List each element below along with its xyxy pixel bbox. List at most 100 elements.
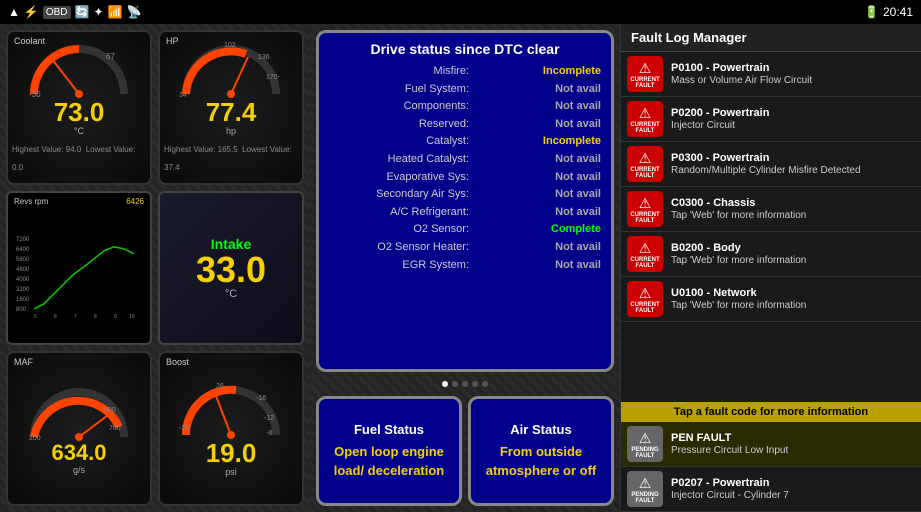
svg-text:800: 800 [16,306,27,312]
dtc-row: Catalyst: Incomplete [329,133,601,151]
svg-text:-16: -16 [256,395,266,402]
boost-unit: psi [225,467,237,477]
fault-code-3: C0300 - Chassis [671,197,915,209]
battery-icon: 🔋 [864,5,879,19]
dtc-row: Heated Catalyst: Not avail [329,151,601,169]
dtc-val: Not avail [555,186,601,204]
svg-text:-12: -12 [264,415,274,422]
maf-label: MAF [14,357,33,367]
svg-text:26: 26 [216,383,224,390]
coolant-highest: Highest Value: 94.0 [12,145,81,154]
svg-text:5: 5 [34,313,37,319]
svg-text:9: 9 [114,313,117,319]
dtc-val: Not avail [555,257,601,275]
hp-unit: hp [226,126,236,136]
dtc-row: O2 Sensor Heater: Not avail [329,239,601,257]
dtc-key: EGR System: [329,257,469,275]
svg-text:-20: -20 [179,425,189,432]
svg-text:3200: 3200 [16,286,30,292]
hp-gauge: HP 34 102 136 170- 77.4 hp Highest Value… [158,30,304,185]
fault-log-header: Fault Log Manager [621,24,921,52]
svg-text:170-: 170- [266,74,281,81]
fault-item-3[interactable]: ⚠ CURRENTFAULT C0300 - Chassis Tap 'Web'… [621,187,921,232]
p0207-fault-info: P0207 - Powertrain Injector Circuit - Cy… [671,477,915,502]
dtc-key: Fuel System: [329,81,469,99]
coolant-unit: °C [74,126,84,136]
svg-text:8: 8 [94,313,97,319]
main-content: Coolant -30 67 73.0 °C Highe [0,24,921,512]
tap-info-bar: Tap a fault code for more information [621,402,921,422]
fault-code-0: P0100 - Powertrain [671,62,915,74]
svg-text:67: 67 [106,52,115,61]
boost-label: Boost [166,357,189,367]
fuel-status-value: Open loop engine load/ deceleration [327,443,451,479]
fault-item-5[interactable]: ⚠ CURRENTFAULT U0100 - Network Tap 'Web'… [621,277,921,322]
fault-badge-0: ⚠ CURRENTFAULT [627,56,663,92]
revs-graph-svg: 7200 6400 5600 4800 4000 3200 1600 800 5… [14,206,144,342]
fuel-status-button[interactable]: Fuel Status Open loop engine load/ decel… [316,396,462,506]
fault-info-2: P0300 - Powertrain Random/Multiple Cylin… [671,152,915,177]
svg-text:5600: 5600 [16,256,30,262]
dtc-key: Catalyst: [329,133,469,151]
dtc-key: Secondary Air Sys: [329,186,469,204]
right-panel: Fault Log Manager ⚠ CURRENTFAULT P0100 -… [620,24,921,512]
dtc-key: Components: [329,98,469,116]
dtc-key: A/C Refrigerant: [329,204,469,222]
revs-value: 6426 [126,197,144,206]
pending-badge-label: PENDINGFAULT [631,447,658,459]
fuel-status-title: Fuel Status [354,422,424,437]
dtc-key: Misfire: [329,63,469,81]
intake-unit: °C [225,288,237,300]
svg-text:102: 102 [224,42,236,49]
air-status-button[interactable]: Air Status From outside atmosphere or of… [468,396,614,506]
fault-desc-3: Tap 'Web' for more information [671,209,915,222]
p0207-fault-code: P0207 - Powertrain [671,477,915,489]
fault-item-pending[interactable]: ⚠ PENDINGFAULT PEN FAULT Pressure Circui… [621,422,921,467]
dtc-key: O2 Sensor Heater: [329,239,469,257]
fault-badge-pending: ⚠ PENDINGFAULT [627,426,663,462]
air-status-value: From outside atmosphere or off [479,443,603,479]
dtc-row: Evaporative Sys: Not avail [329,169,601,187]
dtc-val: Incomplete [543,133,601,151]
dtc-row: Components: Not avail [329,98,601,116]
fault-code-1: P0200 - Powertrain [671,107,915,119]
coolant-arc-svg: -30 67 [24,39,134,99]
fault-badge-1: ⚠ CURRENTFAULT [627,101,663,137]
hp-highest: Highest Value: 165.5 [164,145,238,154]
hp-label: HP [166,36,179,46]
dtc-val: Not avail [555,81,601,99]
coolant-label: Coolant [14,36,45,46]
boost-value: 19.0 [206,440,257,466]
coolant-value: 73.0 [54,99,105,125]
svg-text:4000: 4000 [16,276,30,282]
fault-item-1[interactable]: ⚠ CURRENTFAULT P0200 - Powertrain Inject… [621,97,921,142]
usb-icon: ⚡ [24,5,39,19]
dot-2 [452,381,458,387]
fault-item-0[interactable]: ⚠ CURRENTFAULT P0100 - Powertrain Mass o… [621,52,921,97]
revs-gauge: Revs rpm 6426 7200 6400 5600 4800 4000 3… [6,191,152,346]
p0207-badge-label: PENDINGFAULT [631,492,658,504]
maf-unit: g/s [73,465,85,475]
fault-info-0: P0100 - Powertrain Mass or Volume Air Fl… [671,62,915,87]
fault-item-2[interactable]: ⚠ CURRENTFAULT P0300 - Powertrain Random… [621,142,921,187]
fault-code-4: B0200 - Body [671,242,915,254]
dtc-val: Not avail [555,98,601,116]
dtc-val: Complete [551,221,601,239]
svg-text:7200: 7200 [16,236,30,242]
status-buttons: Fuel Status Open loop engine load/ decel… [316,396,614,506]
svg-text:6400: 6400 [16,246,30,252]
boost-gauge: Boost -20 26 -16 -12 -8 -4 19.0 psi [158,351,304,506]
fault-item-4[interactable]: ⚠ CURRENTFAULT B0200 - Body Tap 'Web' fo… [621,232,921,277]
maf-arc-svg: 200 600 700 [24,382,134,442]
p0207-fault-desc: Injector Circuit - Cylinder 7 [671,489,915,502]
bluetooth-icon: ✦ [93,5,103,19]
pending-fault-code: PEN FAULT [671,432,915,444]
svg-text:1600: 1600 [16,296,30,302]
maf-gauge: MAF 200 600 700 634.0 g/s [6,351,152,506]
obd-icon: OBD [43,6,71,19]
svg-text:700: 700 [109,425,121,432]
fault-badge-4: ⚠ CURRENTFAULT [627,236,663,272]
fault-code-5: U0100 - Network [671,287,915,299]
fault-item-p0207[interactable]: ⚠ PENDINGFAULT P0207 - Powertrain Inject… [621,467,921,512]
dtc-key: Heated Catalyst: [329,151,469,169]
